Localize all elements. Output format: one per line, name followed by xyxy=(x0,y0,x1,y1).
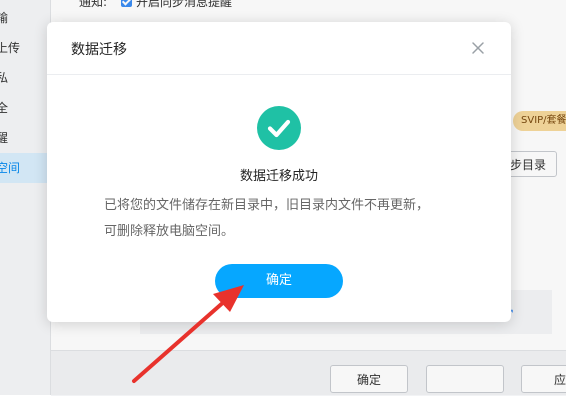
confirm-button[interactable]: 确定 xyxy=(215,264,343,298)
check-circle-icon xyxy=(257,106,301,150)
description-line-2: 可删除释放电脑空间。 xyxy=(104,224,235,239)
success-title: 数据迁移成功 xyxy=(239,169,318,184)
close-icon[interactable] xyxy=(469,39,487,57)
dialog-title: 数据迁移 xyxy=(71,42,127,58)
data-migration-dialog: 数据迁移 数据迁移成功 已将您的文件储存在新目录中，旧目录内文件不再更新， 可删… xyxy=(47,22,511,322)
dialog-header: 数据迁移 xyxy=(47,22,511,75)
description-line-1: 已将您的文件储存在新目录中，旧目录内文件不再更新， xyxy=(104,198,430,213)
